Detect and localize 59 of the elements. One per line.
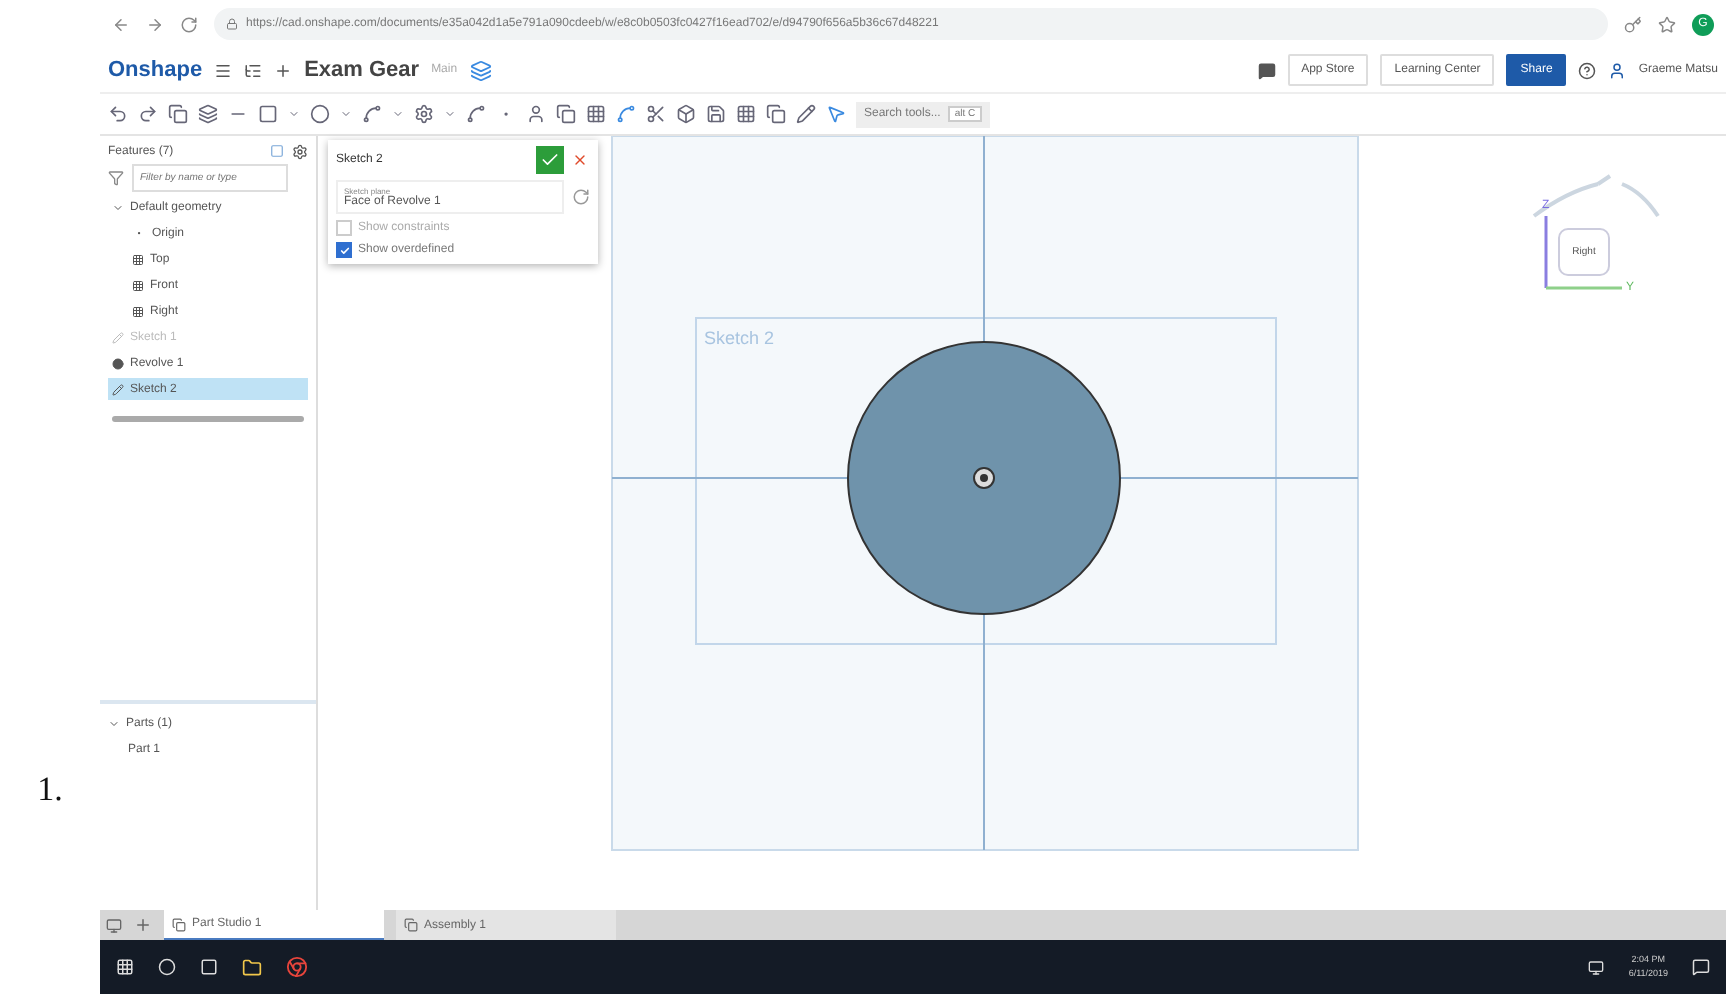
layers-icon[interactable] — [469, 59, 492, 81]
revolve-icon — [112, 357, 124, 369]
sketch-circle[interactable] — [847, 341, 1121, 615]
checkbox[interactable] — [336, 242, 352, 258]
document-title: Exam Gear — [304, 58, 420, 82]
star-icon[interactable] — [1658, 15, 1676, 33]
folder-icon[interactable] — [242, 957, 262, 977]
tab-list-icon[interactable] — [106, 917, 122, 933]
lock-icon — [226, 18, 238, 30]
list-icon[interactable] — [244, 61, 263, 79]
arc-icon[interactable] — [362, 104, 382, 124]
reload-icon[interactable] — [180, 15, 198, 33]
redo-icon[interactable] — [138, 104, 158, 124]
caret-icon — [108, 717, 120, 729]
comment-icon[interactable] — [1257, 61, 1276, 79]
sketch-label: Sketch 2 — [704, 328, 775, 348]
windows-icon[interactable] — [116, 958, 134, 976]
pen-icon[interactable] — [796, 104, 816, 124]
notification-icon[interactable] — [1692, 958, 1710, 976]
circle-icon[interactable] — [310, 104, 330, 124]
tab-icon — [172, 917, 186, 931]
shape-icon[interactable] — [676, 104, 696, 124]
tab-icon — [404, 918, 418, 932]
gear-icon[interactable] — [414, 104, 434, 124]
rectangle-icon[interactable] — [258, 104, 278, 124]
trim-icon[interactable] — [646, 104, 666, 124]
confirm-button[interactable] — [536, 146, 564, 174]
plane-icon — [132, 253, 144, 265]
add-tab-icon[interactable] — [134, 916, 152, 934]
pointer-icon[interactable] — [826, 104, 846, 124]
onshape-logo[interactable]: Onshape — [108, 58, 203, 82]
check-icon — [540, 150, 560, 170]
close-icon — [572, 152, 588, 168]
browser-icon[interactable] — [286, 956, 308, 978]
user-icon[interactable] — [1608, 61, 1627, 79]
pencil-icon — [112, 383, 124, 395]
rotate-icon[interactable] — [572, 188, 590, 206]
plane-icon — [132, 279, 144, 291]
spline-icon[interactable] — [466, 104, 486, 124]
grid-icon[interactable] — [586, 104, 606, 124]
fillet-icon[interactable] — [616, 104, 636, 124]
forward-icon[interactable] — [146, 15, 164, 33]
layers-icon[interactable] — [198, 104, 218, 124]
plus-icon[interactable] — [274, 61, 293, 79]
copy-icon[interactable] — [168, 104, 188, 124]
plane-icon — [132, 305, 144, 317]
back-icon[interactable] — [112, 15, 130, 33]
save-icon[interactable] — [706, 104, 726, 124]
help-icon[interactable] — [1578, 61, 1597, 79]
undo-icon[interactable] — [108, 104, 128, 124]
menu-icon[interactable] — [214, 61, 233, 79]
figure-icon[interactable] — [526, 104, 546, 124]
task-view-icon[interactable] — [200, 958, 218, 976]
key-icon[interactable] — [1624, 15, 1642, 33]
filter-icon[interactable] — [108, 170, 124, 186]
list-number: 1. — [37, 770, 63, 810]
settings-icon[interactable] — [292, 144, 308, 160]
pencil-icon — [112, 331, 124, 343]
point-icon — [132, 226, 146, 240]
